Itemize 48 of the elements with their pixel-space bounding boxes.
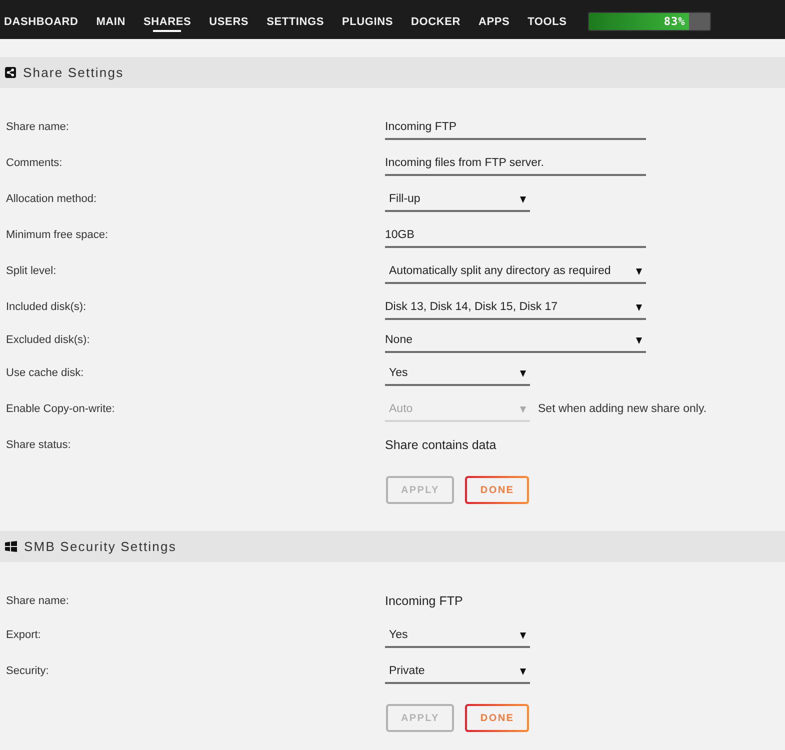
field-label: Share status: — [5, 438, 71, 453]
nav-tab[interactable]: DASHBOARD — [4, 0, 78, 39]
caret-icon — [636, 268, 642, 274]
field-label: Export: — [5, 628, 41, 643]
dropdown: Auto — [385, 398, 530, 422]
field-label: Use cache disk: — [5, 366, 84, 381]
section-title: Share Settings — [23, 65, 124, 80]
dropdown[interactable]: Yes — [385, 624, 530, 648]
dropdown[interactable]: Private — [385, 660, 530, 684]
field-label: Comments: — [5, 156, 62, 171]
nav-tab[interactable]: DOCKER — [410, 0, 460, 39]
field-label: Excluded disk(s): — [5, 333, 90, 348]
field-label: Minimum free space: — [5, 228, 108, 243]
dropdown[interactable]: Automatically split any directory as required — [385, 260, 646, 284]
field-label: Allocation method: — [5, 192, 96, 207]
nav-tab[interactable]: APPS — [478, 0, 510, 39]
nav-tab[interactable]: MAIN — [96, 0, 126, 39]
field-label: Included disk(s): — [5, 300, 86, 315]
nav-tab[interactable]: SETTINGS — [266, 0, 324, 39]
text-input[interactable]: Incoming files from FTP server. — [385, 152, 646, 176]
value-text: Incoming FTP — [385, 593, 463, 610]
nav-tab[interactable]: PLUGINS — [342, 0, 393, 39]
field-label: Share name: — [5, 594, 69, 609]
share-icon — [5, 67, 16, 78]
hint-text: Set when adding new share only. — [538, 402, 707, 417]
field-label: Split level: — [5, 264, 56, 279]
value-text: Share contains data — [385, 437, 496, 454]
field-label: Enable Copy-on-write: — [5, 402, 115, 417]
caret-icon — [520, 406, 526, 412]
field-label: Security: — [5, 664, 49, 679]
caret-icon — [520, 632, 526, 638]
dropdown[interactable]: Disk 13, Disk 14, Disk 15, Disk 17 — [385, 296, 646, 320]
nav-tab[interactable]: USERS — [209, 0, 249, 39]
text-input[interactable]: 10GB — [385, 224, 646, 248]
four-panes-icon — [5, 541, 17, 552]
caret-icon — [520, 668, 526, 674]
section-title: SMB Security Settings — [24, 539, 176, 554]
nav-tab[interactable]: TOOLS — [528, 0, 567, 39]
dropdown[interactable]: None — [385, 329, 646, 353]
caret-icon — [520, 370, 526, 376]
field-label: Share name: — [5, 120, 69, 135]
caret-icon — [636, 336, 642, 344]
dropdown[interactable]: Yes — [385, 362, 530, 386]
dropdown[interactable]: Fill-up — [385, 188, 530, 212]
caret-icon — [520, 196, 526, 202]
caret-icon — [636, 304, 642, 310]
usage-reading: 83% — [664, 15, 686, 28]
text-input[interactable]: Incoming FTP — [385, 116, 646, 140]
